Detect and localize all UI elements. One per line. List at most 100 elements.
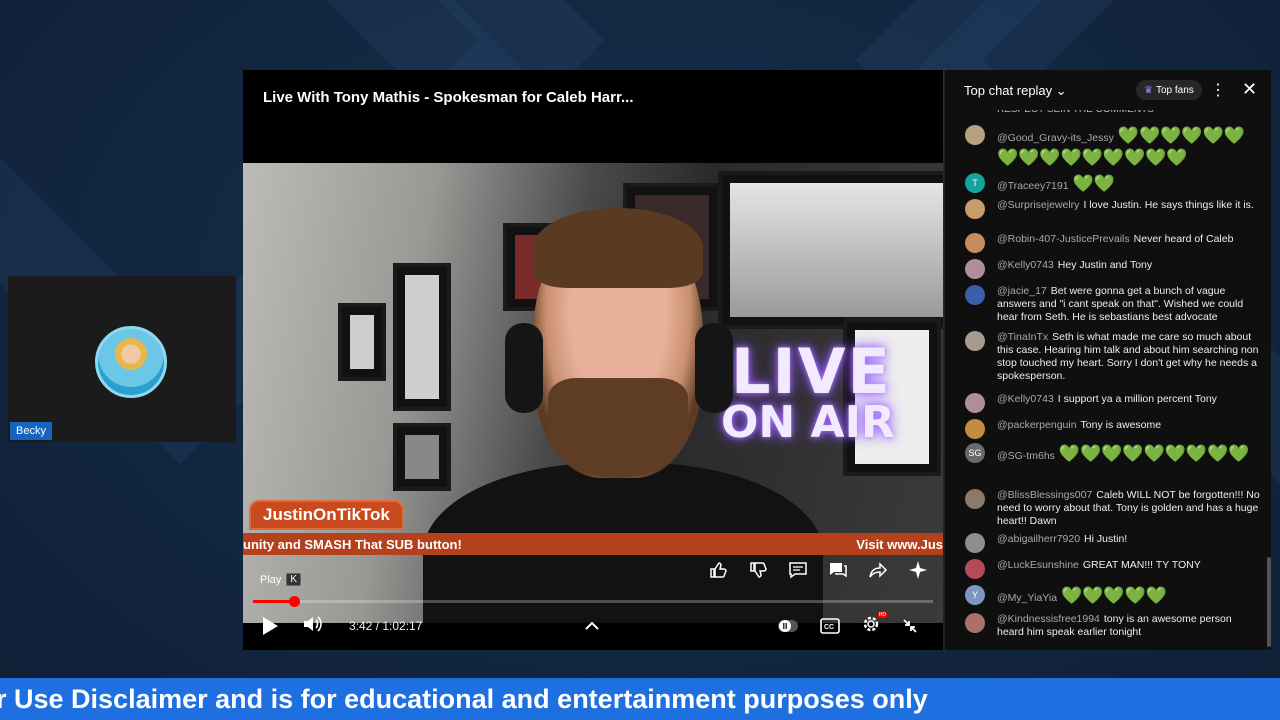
chat-scrollbar[interactable]: [1267, 557, 1271, 647]
chat-text: Hey Justin and Tony: [1057, 259, 1153, 271]
chat-avatar[interactable]: [965, 393, 985, 413]
chat-author[interactable]: @jacie_17: [997, 285, 1047, 297]
chevron-down-icon: ⌄: [1055, 83, 1067, 98]
play-button[interactable]: [259, 615, 281, 637]
chat-text: 💚💚💚💚💚💚💚💚💚: [1058, 444, 1250, 463]
share-icon[interactable]: [865, 557, 891, 583]
chat-text: 💚💚💚💚💚: [1061, 586, 1167, 605]
chat-avatar[interactable]: [965, 331, 985, 351]
chat-text: GREAT MAN!!! TY TONY: [1082, 559, 1201, 571]
svg-text:CC: CC: [824, 624, 834, 631]
chat-avatar[interactable]: [965, 233, 985, 253]
top-fans-button[interactable]: ♛ Top fans: [1136, 80, 1202, 100]
chat-message[interactable]: @Kindnessisfree1994 tony is an awesome pe…: [965, 613, 1260, 639]
progress-scrubber-handle[interactable]: [288, 596, 300, 607]
guest-name-label: Becky: [10, 422, 52, 440]
chat-author[interactable]: @My_YiaYia: [997, 592, 1057, 604]
ticker-text-right: Visit www.Jus: [856, 537, 943, 552]
chat-avatar[interactable]: [965, 559, 985, 579]
video-player[interactable]: Live With Tony Mathis - Spokesman for Ca…: [243, 70, 943, 650]
ticker-text-left: unity and SMASH That SUB button!: [243, 537, 462, 552]
chat-author[interactable]: @abigailherr7920: [997, 533, 1080, 545]
dislike-icon[interactable]: [745, 557, 771, 583]
chat-message[interactable]: @Good_Gravy-its_Jessy 💚💚💚💚💚💚💚💚💚💚💚💚💚💚💚: [965, 125, 1260, 169]
chat-message[interactable]: @Kelly0743 I support ya a million percent…: [965, 393, 1260, 413]
chat-icon[interactable]: [825, 557, 851, 583]
chat-message[interactable]: @abigailherr7920 Hi Justin!: [965, 533, 1260, 553]
chat-author[interactable]: @Kindnessisfree1994: [997, 613, 1100, 625]
video-frame[interactable]: LIVE ON AIR JustinOnTikTok unity and SMA…: [243, 163, 943, 623]
like-icon[interactable]: [705, 557, 731, 583]
chat-avatar[interactable]: [965, 125, 985, 145]
lower-third-name: JustinOnTikTok: [249, 500, 404, 530]
chat-author[interactable]: @Kelly0743: [997, 393, 1054, 405]
chat-avatar[interactable]: [965, 285, 985, 305]
chat-message[interactable]: @Kelly0743 Hey Justin and Tony: [965, 259, 1260, 279]
more-options-icon[interactable]: ⋮: [1210, 80, 1226, 100]
live-chat-panel: Top chat replay ⌄ ♛Top fans ⋮ ✕ RESPECT …: [944, 70, 1271, 650]
chat-avatar[interactable]: SG: [965, 443, 985, 463]
news-ticker: unity and SMASH That SUB button! Visit w…: [243, 533, 943, 555]
chat-message[interactable]: T @Traceey7191 💚💚: [965, 173, 1260, 195]
chat-avatar[interactable]: [965, 613, 985, 633]
chat-message[interactable]: @BlissBlessings007 Caleb WILL NOT be forg…: [965, 489, 1260, 528]
chat-author[interactable]: @packerpenguin: [997, 419, 1077, 431]
chat-avatar[interactable]: [965, 419, 985, 439]
chat-author[interactable]: @Traceey7191: [997, 180, 1069, 192]
progress-bar[interactable]: [253, 596, 933, 607]
chat-author[interactable]: @TinaInTx: [997, 331, 1048, 343]
chat-text: Never heard of Caleb: [1133, 233, 1234, 245]
video-title[interactable]: Live With Tony Mathis - Spokesman for Ca…: [263, 89, 634, 106]
presenter-beard: [548, 378, 688, 478]
chat-text: I support ya a million percent Tony: [1057, 393, 1217, 405]
time-display: 3:42 / 1:02:17: [349, 619, 423, 633]
chat-avatar[interactable]: [965, 489, 985, 509]
chat-message[interactable]: @packerpenguin Tony is awesome: [965, 419, 1260, 439]
chat-author[interactable]: @Surprisejewelry: [997, 199, 1079, 211]
disclaimer-text: r Use Disclaimer and is for educational …: [0, 684, 928, 714]
chat-author[interactable]: @SG-tm6hs: [997, 450, 1055, 462]
chat-message[interactable]: @LuckEsunshine GREAT MAN!!! TY TONY: [965, 559, 1260, 579]
tooltip-label: Play: [260, 573, 282, 586]
volume-icon: [302, 614, 324, 639]
presenter-hair: [533, 208, 703, 288]
chat-author[interactable]: @Good_Gravy-its_Jessy: [997, 132, 1114, 144]
chat-message[interactable]: @jacie_17 Bet were gonna get a bunch of v…: [965, 285, 1260, 324]
live-on-air-sign: LIVE ON AIR: [721, 335, 895, 448]
chat-message[interactable]: @Surprisejewelry I love Justin. He says t…: [965, 199, 1260, 219]
chat-message[interactable]: SG @SG-tm6hs 💚💚💚💚💚💚💚💚💚: [965, 443, 1260, 465]
chat-author[interactable]: @LuckEsunshine: [997, 559, 1079, 571]
autoplay-toggle[interactable]: [777, 615, 799, 637]
chat-author[interactable]: @Kelly0743: [997, 259, 1054, 271]
crown-icon: ♛: [1144, 84, 1153, 96]
chat-avatar[interactable]: Y: [965, 585, 985, 605]
chat-text: Tony is awesome: [1080, 419, 1162, 431]
chat-message[interactable]: Y @My_YiaYia 💚💚💚💚💚: [965, 585, 1260, 607]
chat-avatar[interactable]: [965, 259, 985, 279]
chat-author[interactable]: @Robin-407-JusticePrevails: [997, 233, 1130, 245]
chat-text: Hi Justin!: [1084, 533, 1128, 545]
chat-message[interactable]: @TinaInTx Seth is what made me care so mu…: [965, 331, 1260, 383]
settings-button[interactable]: HD: [859, 612, 887, 637]
guest-video-tile[interactable]: Becky: [8, 276, 236, 442]
shorts-action-bar: [705, 557, 931, 583]
captions-icon[interactable]: CC: [819, 615, 841, 637]
comment-icon[interactable]: [785, 557, 811, 583]
headphone-left: [505, 323, 543, 413]
chat-avatar[interactable]: [965, 533, 985, 553]
exit-fullscreen-icon[interactable]: [899, 615, 921, 637]
progress-played: [253, 600, 294, 603]
chat-mode-selector[interactable]: Top chat replay ⌄: [964, 83, 1067, 99]
volume-button[interactable]: [301, 615, 325, 637]
chat-header: Top chat replay ⌄ ♛ Top fans ⋮ ✕: [945, 70, 1271, 110]
chat-author[interactable]: @BlissBlessings007: [997, 489, 1092, 501]
close-icon[interactable]: ✕: [1242, 79, 1257, 100]
sparkle-icon[interactable]: [905, 557, 931, 583]
chat-avatar[interactable]: T: [965, 173, 985, 193]
chevron-up-icon[interactable]: [581, 615, 603, 637]
disclaimer-banner: r Use Disclaimer and is for educational …: [0, 678, 1280, 720]
tooltip-shortcut-key: K: [286, 573, 302, 586]
chat-message[interactable]: @Robin-407-JusticePrevails Never heard of…: [965, 233, 1260, 253]
chat-avatar[interactable]: [965, 199, 985, 219]
chat-text: 💚💚: [1072, 174, 1115, 193]
